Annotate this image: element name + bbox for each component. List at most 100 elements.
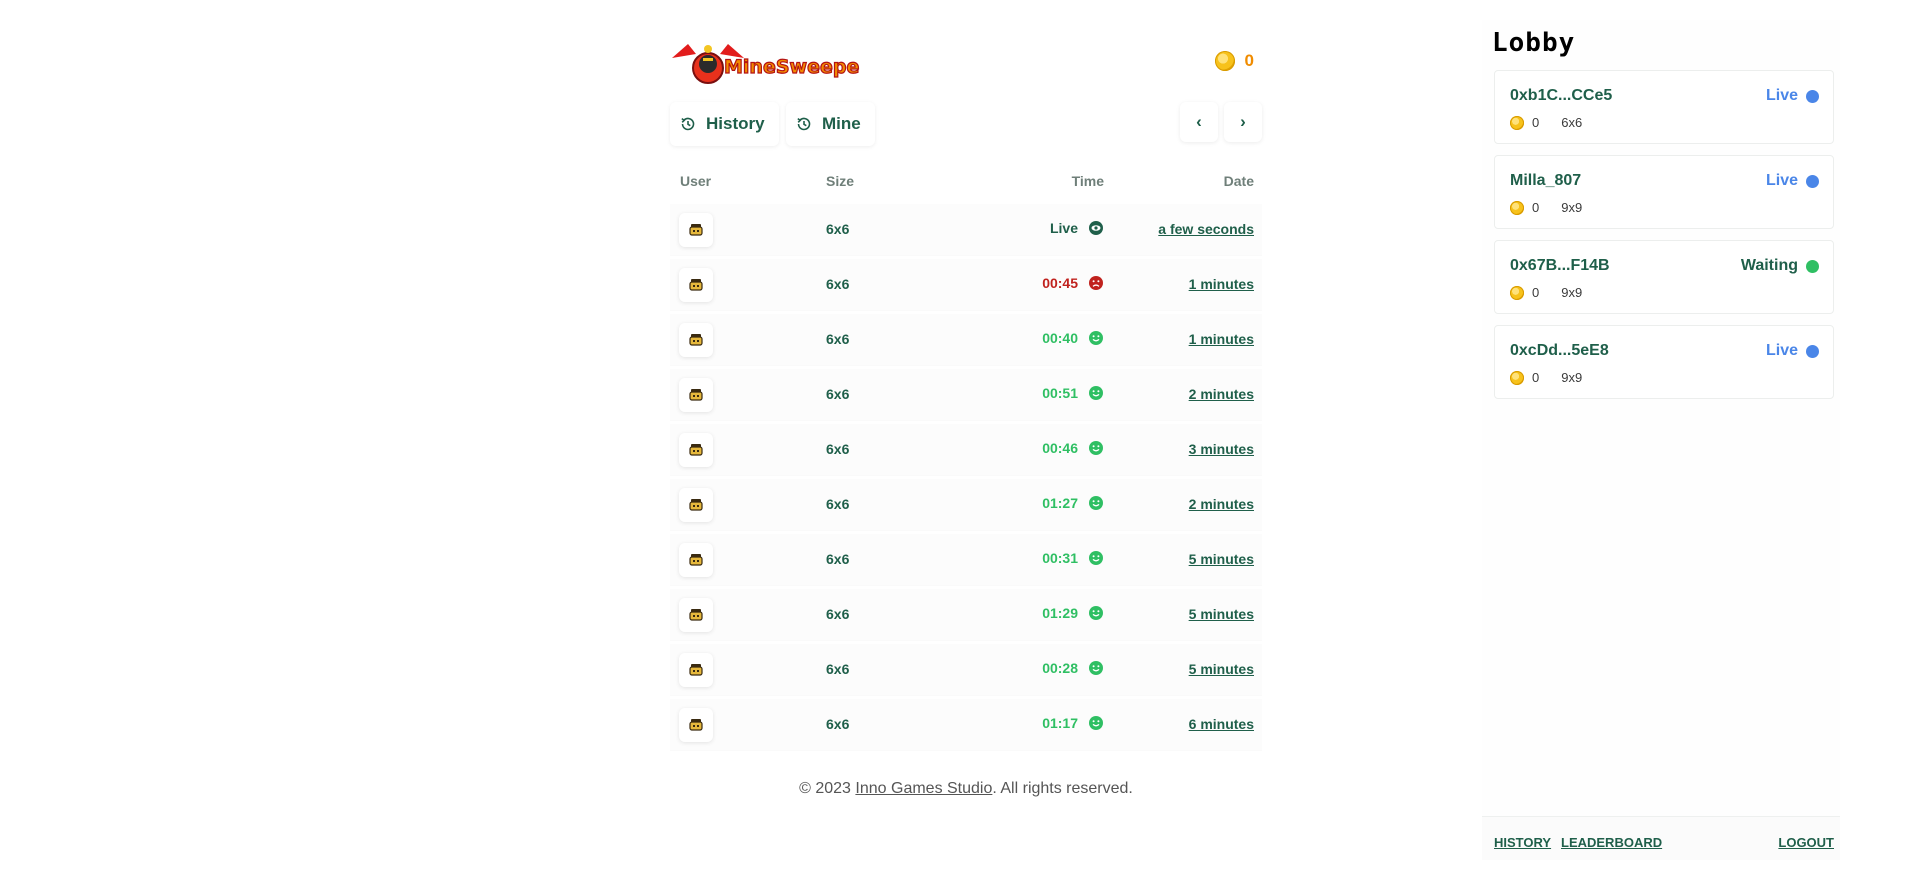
- player-avatar-icon: [689, 389, 703, 401]
- avatar[interactable]: [679, 433, 713, 467]
- time-value: 00:51: [1042, 385, 1078, 401]
- studio-link[interactable]: Inno Games Studio: [855, 780, 992, 797]
- table-row[interactable]: 6x6 01:29 5 minutes: [670, 589, 1262, 640]
- cell-time: 01:27: [1042, 495, 1104, 511]
- coin-icon: [1510, 115, 1524, 130]
- smile-face-icon: [1089, 606, 1103, 620]
- cell-size: 6x6: [826, 551, 850, 567]
- room-board-size: 9x9: [1561, 200, 1583, 215]
- history-link[interactable]: HISTORY: [1494, 835, 1551, 850]
- avatar[interactable]: [679, 653, 713, 687]
- time-value: 01:29: [1042, 605, 1078, 621]
- status-dot-icon: [1806, 259, 1819, 273]
- lobby-room-card[interactable]: 0xb1C...CCe5 Live 0 6x6: [1494, 70, 1834, 144]
- minesweeper-logo[interactable]: MineSweeper: [670, 36, 860, 86]
- coin-balance-value: 0: [1244, 51, 1254, 70]
- room-meta: 0 9x9: [1510, 285, 1582, 300]
- time-value: 00:46: [1042, 440, 1078, 456]
- avatar[interactable]: [679, 378, 713, 412]
- room-player-name: 0xcDd...5eE8: [1510, 342, 1609, 359]
- cell-date-link[interactable]: a few seconds: [1158, 221, 1254, 237]
- table-row[interactable]: 6x6 00:46 3 minutes: [670, 424, 1262, 475]
- table-row[interactable]: 6x6 Live a few seconds: [670, 204, 1262, 255]
- player-avatar-icon: [689, 554, 703, 566]
- column-header-size: Size: [826, 173, 855, 189]
- column-header-time: Time: [1071, 173, 1104, 189]
- table-row[interactable]: 6x6 00:31 5 minutes: [670, 534, 1262, 585]
- cell-time: 00:51: [1042, 385, 1104, 401]
- logout-link[interactable]: LOGOUT: [1778, 835, 1834, 850]
- table-row[interactable]: 6x6 00:51 2 minutes: [670, 369, 1262, 420]
- cell-date-link[interactable]: 5 minutes: [1189, 661, 1254, 677]
- table-row[interactable]: 6x6 01:27 2 minutes: [670, 479, 1262, 530]
- player-avatar-icon: [689, 719, 703, 731]
- room-status: Live: [1766, 342, 1819, 360]
- coin-balance: 0: [1214, 51, 1254, 71]
- cell-date-link[interactable]: 1 minutes: [1189, 276, 1254, 292]
- table-row[interactable]: 6x6 00:45 1 minutes: [670, 259, 1262, 310]
- prev-page-button[interactable]: ‹: [1180, 102, 1218, 142]
- lobby-room-list: 0xb1C...CCe5 Live 0 6x6 Milla_807 Live 0 9x9 0x6…: [1494, 70, 1834, 410]
- logo-text: MineSweeper: [724, 56, 860, 78]
- lobby-room-card[interactable]: Milla_807 Live 0 9x9: [1494, 155, 1834, 229]
- smile-face-icon: [1089, 496, 1103, 510]
- tab-mine[interactable]: Mine: [786, 102, 875, 146]
- leaderboard-link[interactable]: LEADERBOARD: [1561, 835, 1662, 850]
- time-value: 00:45: [1042, 275, 1078, 291]
- avatar[interactable]: [679, 488, 713, 522]
- cell-date-link[interactable]: 5 minutes: [1189, 606, 1254, 622]
- lobby-room-card[interactable]: 0x67B...F14B Waiting 0 9x9: [1494, 240, 1834, 314]
- player-avatar-icon: [689, 334, 703, 346]
- cell-date-link[interactable]: 5 minutes: [1189, 551, 1254, 567]
- avatar[interactable]: [679, 598, 713, 632]
- cell-date-link[interactable]: 2 minutes: [1189, 496, 1254, 512]
- smile-face-icon: [1089, 331, 1103, 345]
- cell-date-link[interactable]: 2 minutes: [1189, 386, 1254, 402]
- cell-date-link[interactable]: 6 minutes: [1189, 716, 1254, 732]
- smile-face-icon: [1089, 716, 1103, 730]
- next-page-button[interactable]: ›: [1224, 102, 1262, 142]
- chevron-left-icon: ‹: [1196, 112, 1202, 131]
- room-coins: 0: [1532, 370, 1540, 385]
- tab-history[interactable]: History: [670, 102, 779, 146]
- room-player-name: 0x67B...F14B: [1510, 257, 1610, 274]
- avatar[interactable]: [679, 708, 713, 742]
- room-status-label: Live: [1765, 172, 1798, 189]
- time-value: 00:28: [1042, 660, 1078, 676]
- status-dot-icon: [1806, 344, 1819, 358]
- table-row[interactable]: 6x6 00:28 5 minutes: [670, 644, 1262, 695]
- avatar[interactable]: [679, 268, 713, 302]
- player-avatar-icon: [689, 444, 703, 456]
- main-panel: MineSweeper 0 History Mine ‹ › User Size…: [670, 30, 1262, 754]
- table-row[interactable]: 6x6 00:40 1 minutes: [670, 314, 1262, 365]
- column-header-date: Date: [1223, 173, 1254, 189]
- tab-bar: History Mine ‹ ›: [670, 102, 1262, 152]
- time-value: 01:27: [1042, 495, 1078, 511]
- status-dot-icon: [1806, 89, 1819, 103]
- avatar[interactable]: [679, 543, 713, 577]
- room-status-label: Live: [1765, 87, 1798, 104]
- history-icon: [681, 117, 695, 131]
- cell-date-link[interactable]: 1 minutes: [1189, 331, 1254, 347]
- cell-time: 01:17: [1042, 715, 1104, 731]
- smile-face-icon: [1089, 386, 1103, 400]
- coin-icon: [1510, 370, 1524, 385]
- room-coins: 0: [1532, 285, 1540, 300]
- cell-date-link[interactable]: 3 minutes: [1189, 441, 1254, 457]
- cell-size: 6x6: [826, 221, 850, 237]
- coin-icon: [1510, 285, 1524, 300]
- table-row[interactable]: 6x6 01:17 6 minutes: [670, 699, 1262, 750]
- cell-time: 00:31: [1042, 550, 1104, 566]
- avatar[interactable]: [679, 213, 713, 247]
- lobby-room-card[interactable]: 0xcDd...5eE8 Live 0 9x9: [1494, 325, 1834, 399]
- room-player-name: 0xb1C...CCe5: [1510, 87, 1613, 104]
- room-status-label: Live: [1765, 342, 1798, 359]
- room-status-label: Waiting: [1740, 257, 1798, 274]
- room-coins: 0: [1532, 115, 1540, 130]
- cell-size: 6x6: [826, 331, 850, 347]
- cell-time: Live: [1050, 220, 1104, 236]
- smile-face-icon: [1089, 441, 1103, 455]
- avatar[interactable]: [679, 323, 713, 357]
- history-table: 6x6 Live a few seconds 6x6 00:45 1 minutes 6x6…: [670, 204, 1262, 750]
- cell-size: 6x6: [826, 661, 850, 677]
